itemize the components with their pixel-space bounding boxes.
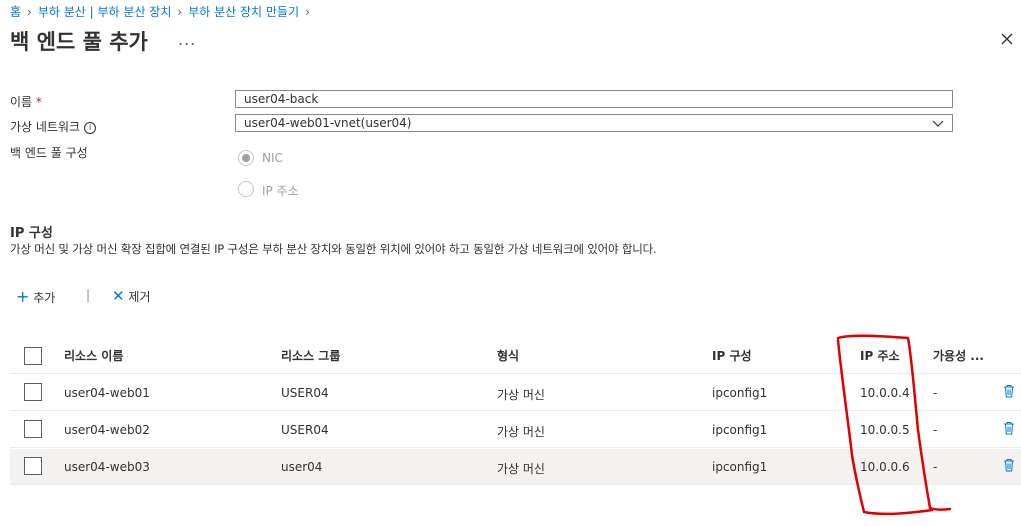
col-ip-config[interactable]: IP 구성 — [712, 347, 752, 364]
x-icon: ✕ — [112, 287, 125, 305]
radio-nic-label: NIC — [262, 151, 283, 165]
chevron-right-icon: › — [305, 5, 310, 19]
radio-ip-address[interactable] — [238, 181, 254, 197]
vnet-select[interactable]: user04-web01-vnet(user04) — [235, 114, 953, 132]
pool-config-label: 백 엔드 풀 구성 — [10, 146, 88, 160]
radio-selected-dot — [242, 154, 250, 162]
row-checkbox[interactable] — [24, 420, 42, 438]
radio-ip-address-label: IP 주소 — [262, 184, 299, 198]
vnet-label-text: 가상 네트워크 — [10, 120, 81, 134]
cell-type: 가상 머신 — [497, 388, 545, 402]
cell-ip-config: ipconfig1 — [712, 423, 768, 437]
remove-button-label: 제거 — [128, 290, 151, 304]
chevron-right-icon: › — [177, 5, 183, 19]
cell-ip-address: 10.0.0.4 — [860, 386, 910, 400]
select-all-checkbox[interactable] — [24, 347, 42, 365]
breadcrumb-home-link[interactable]: 홈 — [10, 5, 21, 19]
name-label: 이름 * — [10, 93, 42, 110]
col-ip-address[interactable]: IP 주소 — [860, 347, 900, 364]
vnet-select-value: user04-web01-vnet(user04) — [244, 116, 412, 130]
page-title: 백 엔드 풀 추가 — [10, 30, 148, 54]
name-input[interactable]: user04-back — [235, 90, 953, 108]
cell-resource-group: USER04 — [281, 423, 329, 437]
name-label-text: 이름 — [10, 95, 33, 109]
cell-resource-name: user04-web01 — [64, 386, 150, 400]
chevron-down-icon — [932, 120, 944, 127]
plus-icon: + — [16, 287, 30, 306]
close-icon[interactable] — [999, 31, 1015, 47]
trash-icon[interactable] — [1003, 458, 1015, 472]
ip-config-heading: IP 구성 — [10, 226, 53, 241]
row-checkbox[interactable] — [24, 383, 42, 401]
cell-availability: - — [933, 460, 938, 474]
col-resource-name[interactable]: 리소스 이름 — [64, 347, 123, 364]
trash-icon[interactable] — [1003, 384, 1015, 398]
col-resource-group[interactable]: 리소스 그룹 — [281, 347, 340, 364]
breadcrumb-load-balancing-link[interactable]: 부하 분산 | 부하 분산 장치 — [38, 5, 172, 19]
cell-resource-name: user04-web02 — [64, 423, 150, 437]
cell-resource-group: user04 — [281, 460, 323, 474]
breadcrumb: 홈 › 부하 분산 | 부하 분산 장치 › 부하 분산 장치 만들기 › — [10, 3, 316, 20]
cell-ip-config: ipconfig1 — [712, 460, 768, 474]
cell-type: 가상 머신 — [497, 425, 545, 439]
add-button[interactable]: + 추가 — [16, 287, 55, 306]
radio-nic[interactable] — [238, 150, 254, 166]
toolbar-separator: | — [86, 288, 91, 302]
cell-availability: - — [933, 423, 938, 437]
add-button-label: 추가 — [33, 291, 56, 305]
cell-type: 가상 머신 — [497, 462, 545, 476]
chevron-right-icon: › — [27, 5, 32, 19]
cell-ip-address: 10.0.0.6 — [860, 460, 910, 474]
row-checkbox[interactable] — [24, 457, 42, 475]
more-options-button[interactable]: ... — [178, 30, 196, 49]
remove-button[interactable]: ✕ 제거 — [112, 287, 151, 305]
vnet-label: 가상 네트워크 i — [10, 118, 97, 135]
col-availability[interactable]: 가용성 ... — [933, 347, 984, 364]
cell-resource-name: user04-web03 — [64, 460, 150, 474]
cell-ip-config: ipconfig1 — [712, 386, 768, 400]
breadcrumb-create-lb-link[interactable]: 부하 분산 장치 만들기 — [188, 5, 299, 19]
cell-availability: - — [933, 386, 938, 400]
cell-ip-address: 10.0.0.5 — [860, 423, 910, 437]
trash-icon[interactable] — [1003, 421, 1015, 435]
required-asterisk: * — [35, 95, 42, 109]
col-type[interactable]: 형식 — [497, 347, 519, 364]
ip-config-description: 가상 머신 및 가상 머신 확장 집합에 연결된 IP 구성은 부하 분산 장치… — [10, 242, 657, 256]
info-icon[interactable]: i — [84, 121, 97, 134]
cell-resource-group: USER04 — [281, 386, 329, 400]
